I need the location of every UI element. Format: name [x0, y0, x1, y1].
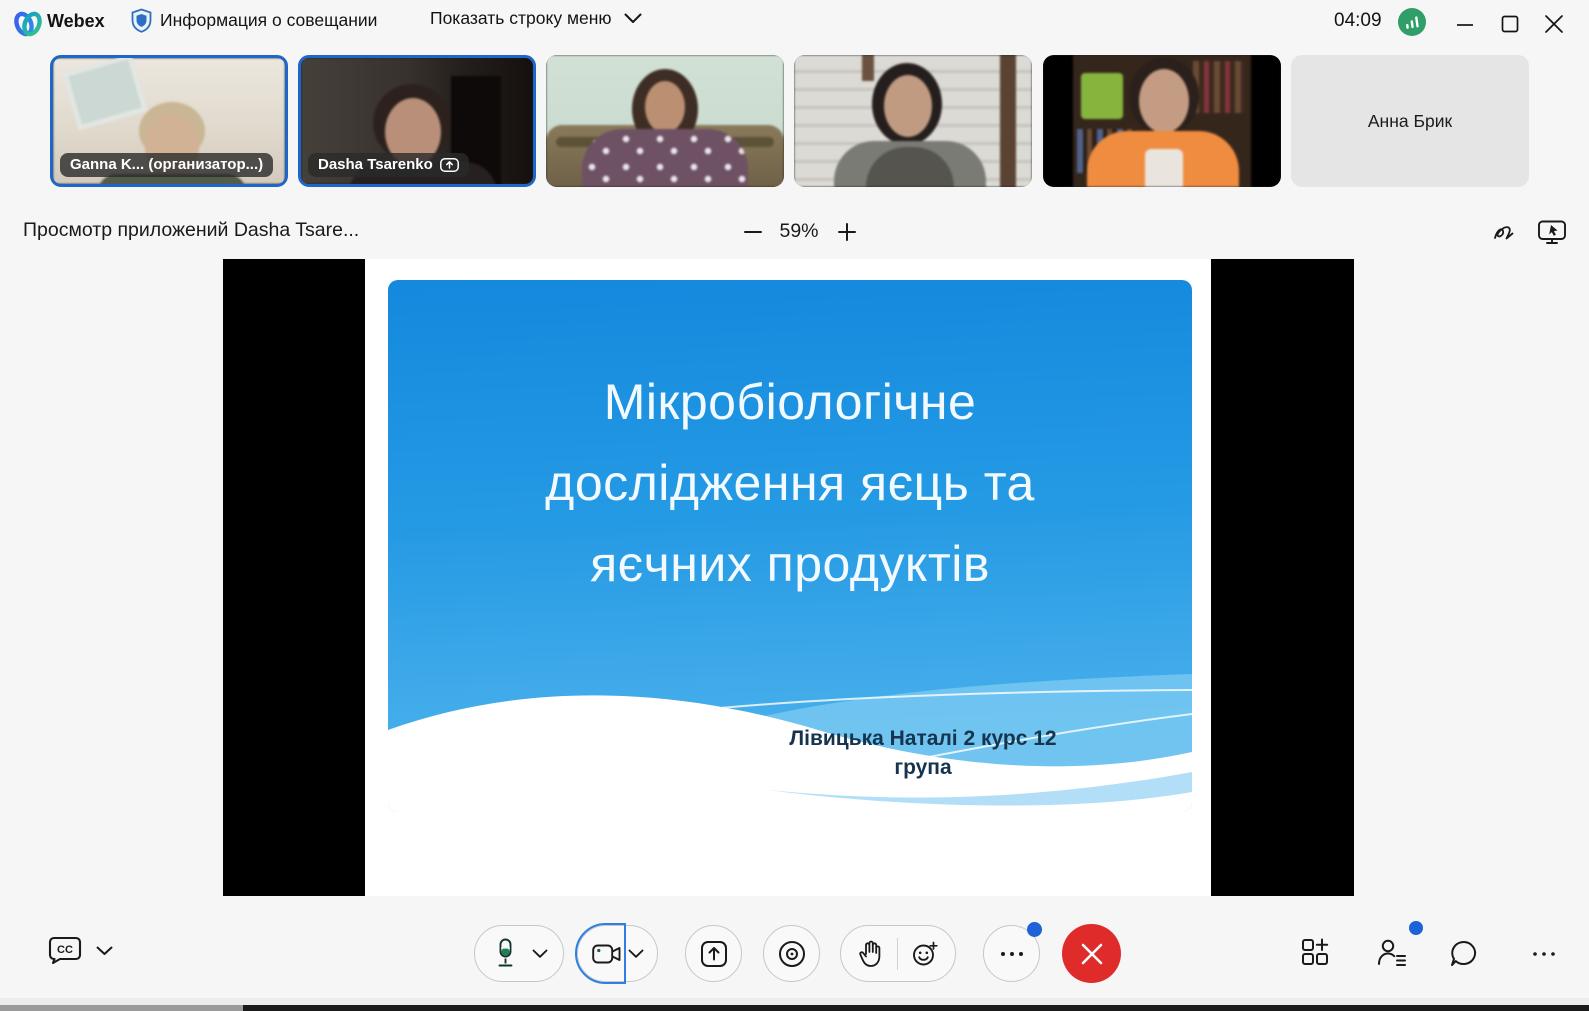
ellipsis-icon	[1000, 951, 1023, 956]
participants-icon	[1378, 939, 1406, 966]
participants-button[interactable]	[1368, 928, 1416, 976]
zoom-out-button[interactable]	[738, 217, 768, 247]
raise-hand-icon[interactable]	[858, 939, 883, 968]
mute-button[interactable]	[474, 925, 564, 982]
closed-captions-icon: CC	[48, 936, 82, 965]
camera-icon	[592, 944, 621, 963]
participant-name-badge: Ganna K... (организатор...)	[60, 153, 274, 177]
chevron-down-icon	[628, 949, 644, 958]
shared-app-title: Просмотр приложений Dasha Tsare...	[23, 219, 360, 241]
participant-name-badge: Dasha Tsarenko	[308, 153, 469, 177]
clock: 04:09	[1334, 10, 1382, 31]
microphone-icon	[498, 938, 513, 967]
share-screen-button[interactable]	[685, 925, 742, 982]
chat-bubble-icon	[1451, 940, 1477, 966]
cc-label: CC	[57, 944, 73, 956]
title-bar: Webex Информация о совещании Показать ст…	[0, 0, 1589, 48]
presentation-slide: Мікробіологічне дослідження яєць та яєчн…	[388, 280, 1192, 812]
reactions-control[interactable]	[840, 925, 956, 982]
participant-video	[1043, 55, 1281, 187]
participant-name: Ganna K... (организатор...)	[70, 156, 264, 173]
presentation-canvas: Мікробіологічне дослідження яєць та яєчн…	[365, 259, 1211, 896]
record-icon	[778, 940, 805, 967]
participant-tile-3[interactable]	[546, 55, 784, 187]
slide-author: Лівицька Наталі 2 курс 12 група	[789, 727, 1057, 779]
participant-tile-anna[interactable]: Анна Брик	[1291, 55, 1529, 187]
screen-sharing-badge-icon	[439, 157, 459, 172]
close-button[interactable]	[1537, 8, 1571, 40]
app-title: Webex	[47, 11, 105, 31]
more-options-notification-dot	[1027, 922, 1042, 937]
maximize-icon	[1501, 15, 1519, 33]
participant-tile-dasha[interactable]: Dasha Tsarenko	[298, 55, 536, 187]
horizontal-scrollbar[interactable]	[0, 998, 1589, 1005]
signal-bars-icon	[1406, 15, 1419, 29]
zoom-in-button[interactable]	[832, 217, 862, 247]
annotate-button[interactable]	[1490, 217, 1520, 247]
meeting-info-label: Информация о совещании	[160, 10, 378, 30]
participant-video	[794, 55, 1032, 187]
minimize-button[interactable]	[1448, 8, 1482, 40]
star-blanket	[582, 129, 748, 187]
maximize-button[interactable]	[1493, 8, 1527, 40]
show-menu-bar-button[interactable]: Показать строку меню	[430, 8, 642, 29]
letterbox-left	[223, 259, 365, 896]
meeting-info-button[interactable]: Информация о совещании	[131, 8, 377, 33]
x-icon	[1081, 943, 1102, 964]
chevron-down-icon	[532, 949, 548, 958]
leave-meeting-button[interactable]	[1062, 924, 1121, 983]
participant-name: Анна Брик	[1367, 110, 1453, 131]
record-button[interactable]	[763, 925, 820, 982]
share-icon	[700, 940, 727, 967]
screen-cursor-icon	[1538, 220, 1566, 244]
chevron-down-icon	[96, 946, 113, 955]
zoom-level: 59%	[779, 220, 819, 242]
shield-icon	[131, 8, 152, 33]
captions-control[interactable]: CC	[48, 936, 113, 966]
divider	[896, 937, 899, 970]
participants-notification-dot	[1409, 921, 1423, 935]
participant-video	[546, 55, 784, 187]
minimize-icon	[1457, 24, 1473, 26]
remote-control-button[interactable]	[1537, 217, 1567, 247]
letterbox-right	[1211, 259, 1354, 896]
annotate-pen-icon	[1494, 226, 1514, 240]
scrollbar-thumb[interactable]	[0, 1005, 243, 1011]
webex-logo-icon	[14, 11, 42, 37]
chat-button[interactable]	[1440, 930, 1488, 978]
ellipsis-icon	[1533, 952, 1555, 956]
plus-icon	[838, 223, 856, 241]
scrollbar-dark-strip	[243, 1005, 1589, 1011]
apps-button[interactable]	[1291, 928, 1339, 976]
minus-icon	[744, 231, 762, 233]
add-reaction-icon[interactable]	[912, 940, 938, 967]
more-controls-button[interactable]	[1522, 934, 1566, 974]
slide-title: Мікробіологічне дослідження яєць та яєчн…	[545, 374, 1035, 592]
participant-name: Dasha Tsarenko	[318, 156, 433, 173]
chevron-down-icon	[624, 13, 642, 23]
apps-grid-icon	[1302, 938, 1329, 965]
participant-tile-ganna[interactable]: Ganna K... (организатор...)	[50, 55, 288, 187]
shared-screen-area: Мікробіологічне дослідження яєць та яєчн…	[0, 259, 1589, 896]
close-icon	[1545, 15, 1563, 33]
show-menu-label: Показать строку меню	[430, 8, 612, 28]
camera-button[interactable]	[575, 923, 658, 984]
participant-tile-5[interactable]	[1043, 55, 1281, 187]
share-header: Просмотр приложений Dasha Tsare... 59%	[0, 205, 1589, 259]
participant-tile-4[interactable]	[794, 55, 1032, 187]
connection-quality-indicator[interactable]	[1398, 8, 1426, 36]
